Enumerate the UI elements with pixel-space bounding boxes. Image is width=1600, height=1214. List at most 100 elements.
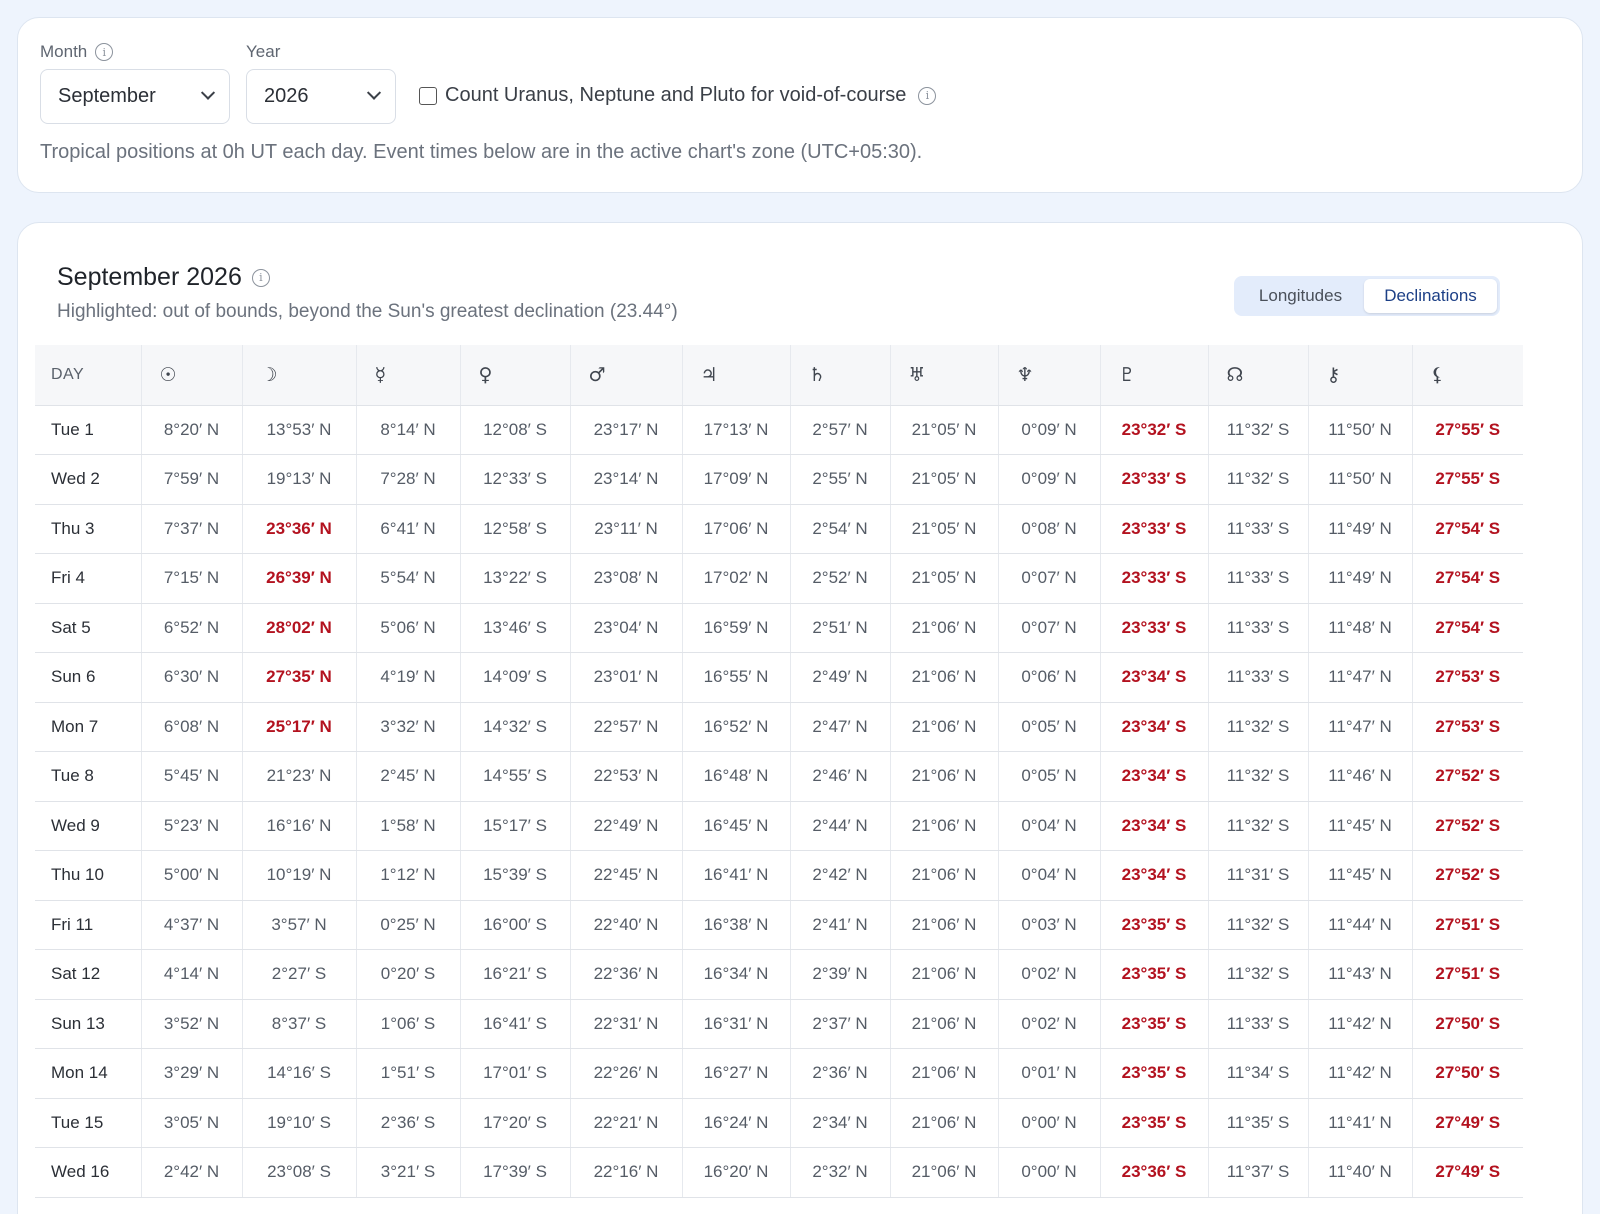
declination-cell: 10°19′ N xyxy=(242,850,357,901)
declination-cell: 22°26′ N xyxy=(570,1048,683,1099)
declination-cell: 22°16′ N xyxy=(570,1147,683,1198)
declination-cell-out-of-bounds: 25°17′ N xyxy=(242,702,357,752)
declination-cell: 0°08′ N xyxy=(998,504,1101,554)
declination-cell: 7°59′ N xyxy=(141,454,243,505)
declination-cell: 22°36′ N xyxy=(570,949,683,1000)
declination-cell: 11°42′ N xyxy=(1308,1048,1413,1099)
declination-cell: 4°37′ N xyxy=(141,900,243,950)
declination-cell: 5°06′ N xyxy=(356,603,461,653)
voc-info-icon[interactable]: i xyxy=(918,86,937,105)
declination-cell: 5°00′ N xyxy=(141,850,243,901)
declination-cell: 2°44′ N xyxy=(790,801,891,851)
declination-cell: 0°04′ N xyxy=(998,850,1101,901)
table-row: Mon 14 3°29′ N 14°16′ S 1°51′ S 17°01′ S 22°2… xyxy=(35,1048,1523,1099)
declination-cell: 13°53′ N xyxy=(242,405,357,455)
declination-cell: 8°14′ N xyxy=(356,405,461,455)
declination-cell: 23°14′ N xyxy=(570,454,683,505)
table-row: Sat 12 4°14′ N 2°27′ S 0°20′ S 16°21′ S 22°36… xyxy=(35,949,1523,1000)
declination-cell: 11°47′ N xyxy=(1308,702,1413,752)
month-select[interactable]: September xyxy=(40,69,230,124)
declination-cell: 21°05′ N xyxy=(890,504,999,554)
declination-cell: 14°55′ S xyxy=(460,751,571,802)
declination-cell: 2°57′ N xyxy=(790,405,891,455)
declination-cell: 16°48′ N xyxy=(682,751,791,802)
declination-cell-out-of-bounds: 27°53′ S xyxy=(1412,652,1523,703)
longitudes-tab[interactable]: Longitudes xyxy=(1237,279,1364,313)
day-cell: Tue 1 xyxy=(35,405,142,455)
declination-cell: 11°41′ N xyxy=(1308,1098,1413,1148)
declination-cell: 16°20′ N xyxy=(682,1147,791,1198)
table-row: Tue 15 3°05′ N 19°10′ S 2°36′ S 17°20′ S 22°2… xyxy=(35,1098,1523,1148)
declination-cell-out-of-bounds: 23°35′ S xyxy=(1100,900,1209,950)
table-row: Sun 13 3°52′ N 8°37′ S 1°06′ S 16°41′ S 22°31… xyxy=(35,999,1523,1049)
declination-cell: 11°42′ N xyxy=(1308,999,1413,1049)
outer-planets-voc-label[interactable]: Count Uranus, Neptune and Pluto for void… xyxy=(445,84,906,107)
declination-cell: 11°34′ S xyxy=(1208,1048,1309,1099)
declination-cell: 14°32′ S xyxy=(460,702,571,752)
declination-cell: 0°20′ S xyxy=(356,949,461,1000)
declination-cell: 2°47′ N xyxy=(790,702,891,752)
declination-cell: 11°32′ S xyxy=(1208,454,1309,505)
day-cell: Thu 10 xyxy=(35,850,142,901)
declination-cell: 17°20′ S xyxy=(460,1098,571,1148)
declination-cell-out-of-bounds: 27°51′ S xyxy=(1412,900,1523,950)
declination-cell: 6°08′ N xyxy=(141,702,243,752)
table-row: Wed 16 2°42′ N 23°08′ S 3°21′ S 17°39′ S 22°1… xyxy=(35,1147,1523,1198)
column-header-3: ☿ xyxy=(356,345,461,406)
declination-cell-out-of-bounds: 27°55′ S xyxy=(1412,454,1523,505)
declination-cell: 23°17′ N xyxy=(570,405,683,455)
declination-cell: 11°37′ S xyxy=(1208,1147,1309,1198)
declination-cell: 7°28′ N xyxy=(356,454,461,505)
declination-cell: 23°08′ S xyxy=(242,1147,357,1198)
declination-cell: 11°33′ S xyxy=(1208,999,1309,1049)
declination-cell: 22°21′ N xyxy=(570,1098,683,1148)
declination-cell: 11°50′ N xyxy=(1308,454,1413,505)
declination-cell: 11°32′ S xyxy=(1208,801,1309,851)
declinations-tab[interactable]: Declinations xyxy=(1364,279,1497,313)
declination-cell: 23°08′ N xyxy=(570,553,683,604)
declination-cell: 0°05′ N xyxy=(998,751,1101,802)
filter-card: Month i Year September 2026 Count Uranus… xyxy=(17,17,1583,193)
declination-cell: 15°39′ S xyxy=(460,850,571,901)
declination-cell: 19°10′ S xyxy=(242,1098,357,1148)
declination-cell: 0°00′ N xyxy=(998,1147,1101,1198)
day-cell: Thu 3 xyxy=(35,504,142,554)
month-info-icon[interactable]: i xyxy=(95,43,114,61)
declination-cell: 2°54′ N xyxy=(790,504,891,554)
declination-cell: 2°39′ N xyxy=(790,949,891,1000)
table-row: Thu 3 7°37′ N 23°36′ N 6°41′ N 12°58′ S 23°11… xyxy=(35,504,1523,554)
table-row: Wed 2 7°59′ N 19°13′ N 7°28′ N 12°33′ S 23°14… xyxy=(35,454,1523,505)
declination-cell: 5°45′ N xyxy=(141,751,243,802)
declination-cell: 16°38′ N xyxy=(682,900,791,950)
declination-cell-out-of-bounds: 23°33′ S xyxy=(1100,603,1209,653)
view-toggle: Longitudes Declinations xyxy=(1234,276,1500,316)
declination-cell-out-of-bounds: 23°34′ S xyxy=(1100,850,1209,901)
declination-cell: 14°16′ S xyxy=(242,1048,357,1099)
column-header-10: ♇ xyxy=(1100,345,1209,406)
day-cell: Fri 11 xyxy=(35,900,142,950)
declination-cell: 17°01′ S xyxy=(460,1048,571,1099)
declination-cell: 23°01′ N xyxy=(570,652,683,703)
day-cell: Tue 15 xyxy=(35,1098,142,1148)
declination-cell: 3°32′ N xyxy=(356,702,461,752)
declination-cell: 13°22′ S xyxy=(460,553,571,604)
declination-cell: 11°50′ N xyxy=(1308,405,1413,455)
year-select[interactable]: 2026 xyxy=(246,69,396,124)
table-row: Sat 5 6°52′ N 28°02′ N 5°06′ N 13°46′ S 23°04… xyxy=(35,603,1523,653)
title-info-icon[interactable]: i xyxy=(251,268,270,287)
declination-cell: 22°49′ N xyxy=(570,801,683,851)
declination-cell: 21°05′ N xyxy=(890,405,999,455)
declination-cell: 14°09′ S xyxy=(460,652,571,703)
declination-cell-out-of-bounds: 27°54′ S xyxy=(1412,603,1523,653)
declination-cell: 1°51′ S xyxy=(356,1048,461,1099)
declination-cell: 16°27′ N xyxy=(682,1048,791,1099)
declination-cell: 6°52′ N xyxy=(141,603,243,653)
outer-planets-voc-checkbox[interactable] xyxy=(419,86,437,105)
column-header-9: ♆ xyxy=(998,345,1101,406)
declination-cell-out-of-bounds: 27°49′ S xyxy=(1412,1147,1523,1198)
declination-cell: 23°04′ N xyxy=(570,603,683,653)
declination-cell: 21°06′ N xyxy=(890,949,999,1000)
declination-cell: 5°54′ N xyxy=(356,553,461,604)
declination-cell: 16°24′ N xyxy=(682,1098,791,1148)
declination-cell: 2°55′ N xyxy=(790,454,891,505)
